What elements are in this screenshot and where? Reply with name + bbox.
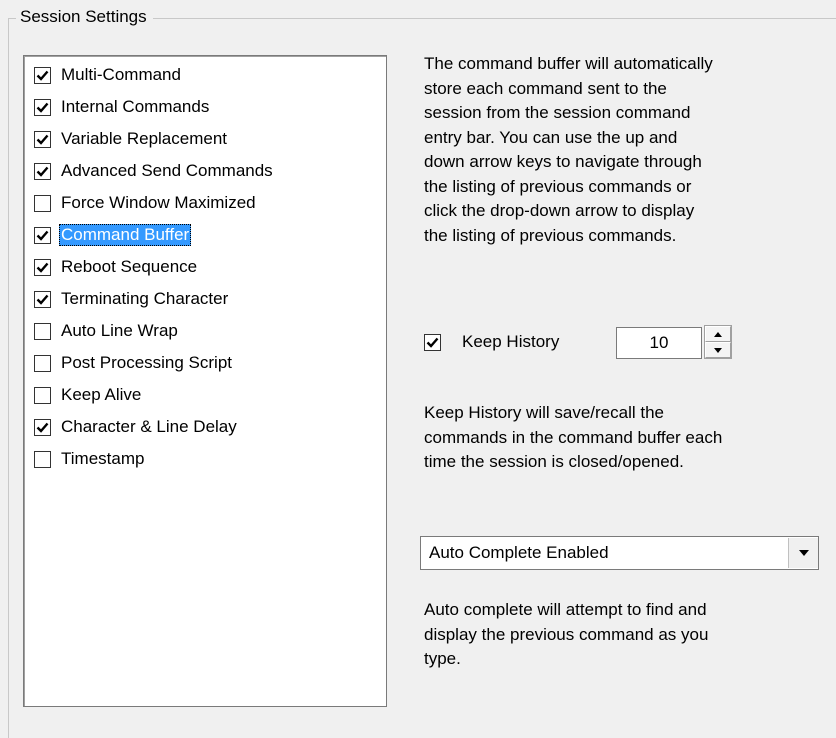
option-item[interactable]: Multi-Command bbox=[34, 63, 183, 87]
option-checkbox[interactable] bbox=[34, 66, 51, 84]
option-checkbox[interactable] bbox=[34, 194, 51, 212]
option-checkbox[interactable] bbox=[34, 130, 51, 148]
description-line: the listing of previous commands or bbox=[424, 176, 692, 196]
option-label: Timestamp bbox=[61, 449, 145, 468]
description-line: store each command sent to the bbox=[424, 78, 667, 98]
option-item[interactable]: Post Processing Script bbox=[34, 351, 234, 375]
option-label: Command Buffer bbox=[59, 224, 192, 246]
checkmark-icon bbox=[36, 166, 49, 177]
option-checkbox[interactable] bbox=[34, 386, 51, 404]
keep-history-checkbox[interactable] bbox=[424, 333, 441, 351]
checkmark-icon bbox=[426, 337, 439, 348]
description-line: entry bar. You can use the up and bbox=[424, 127, 678, 147]
spin-down-button[interactable] bbox=[705, 342, 731, 358]
session-options-listbox[interactable]: Multi-Command Internal Commands Variable R… bbox=[23, 55, 387, 707]
command-buffer-description: The command buffer will automatically sto… bbox=[424, 52, 824, 248]
option-label: Terminating Character bbox=[61, 289, 229, 308]
option-checkbox[interactable] bbox=[34, 322, 51, 340]
option-checkbox[interactable] bbox=[34, 418, 51, 436]
option-label: Reboot Sequence bbox=[61, 257, 198, 276]
checkmark-icon bbox=[36, 70, 49, 81]
option-label: Post Processing Script bbox=[61, 353, 233, 372]
option-item[interactable]: Timestamp bbox=[34, 447, 146, 471]
option-checkbox[interactable] bbox=[34, 354, 51, 372]
option-item[interactable]: Character & Line Delay bbox=[34, 415, 239, 439]
option-label: Force Window Maximized bbox=[61, 193, 256, 212]
description-line: the listing of previous commands. bbox=[424, 225, 677, 245]
option-label: Keep Alive bbox=[61, 385, 142, 404]
group-title: Session Settings bbox=[16, 7, 153, 27]
description-line: Auto complete will attempt to find and bbox=[424, 600, 707, 619]
keep-history-description: Keep History will save/recall the command… bbox=[424, 401, 824, 475]
spin-up-arrow-icon bbox=[714, 331, 722, 337]
description-line: Keep History will save/recall the bbox=[424, 403, 664, 422]
description-line: The command buffer will automatically bbox=[424, 54, 713, 73]
option-checkbox[interactable] bbox=[34, 162, 51, 180]
option-label: Auto Line Wrap bbox=[61, 321, 178, 340]
option-label: Advanced Send Commands bbox=[61, 161, 273, 180]
option-label: Internal Commands bbox=[61, 97, 210, 116]
description-line: down arrow keys to navigate through bbox=[424, 152, 702, 171]
autocomplete-description: Auto complete will attempt to find and di… bbox=[424, 598, 824, 672]
description-line: type. bbox=[424, 649, 461, 668]
option-checkbox[interactable] bbox=[34, 290, 51, 308]
option-item[interactable]: Reboot Sequence bbox=[34, 255, 199, 279]
option-item[interactable]: Auto Line Wrap bbox=[34, 319, 180, 343]
dropdown-arrow-icon bbox=[798, 550, 809, 556]
checkmark-icon bbox=[36, 294, 49, 305]
history-count-spinner[interactable] bbox=[704, 325, 732, 359]
option-item[interactable]: Command Buffer bbox=[34, 223, 192, 247]
spin-down-arrow-icon bbox=[714, 347, 722, 353]
option-item[interactable]: Terminating Character bbox=[34, 287, 230, 311]
checkmark-icon bbox=[36, 230, 49, 241]
description-line: time the session is closed/opened. bbox=[424, 452, 684, 471]
option-checkbox[interactable] bbox=[34, 98, 51, 116]
autocomplete-select[interactable]: Auto Complete Enabled bbox=[420, 536, 819, 570]
keep-history-row[interactable]: Keep History bbox=[424, 328, 559, 356]
checkmark-icon bbox=[36, 262, 49, 273]
checkmark-icon bbox=[36, 102, 49, 113]
option-checkbox[interactable] bbox=[34, 258, 51, 276]
autocomplete-selected-value: Auto Complete Enabled bbox=[429, 543, 609, 562]
checkmark-icon bbox=[36, 422, 49, 433]
description-line: display the previous command as you bbox=[424, 624, 709, 644]
dropdown-button[interactable] bbox=[788, 538, 818, 568]
checkmark-icon bbox=[36, 134, 49, 145]
option-item[interactable]: Variable Replacement bbox=[34, 127, 229, 151]
option-checkbox[interactable] bbox=[34, 450, 51, 468]
option-label: Variable Replacement bbox=[61, 129, 227, 148]
description-line: session from the session command bbox=[424, 103, 691, 122]
history-count-input[interactable]: 10 bbox=[616, 327, 702, 359]
description-line: click the drop-down arrow to display bbox=[424, 201, 695, 220]
option-item[interactable]: Advanced Send Commands bbox=[34, 159, 275, 183]
option-item[interactable]: Internal Commands bbox=[34, 95, 211, 119]
option-item[interactable]: Keep Alive bbox=[34, 383, 143, 407]
option-label: Multi-Command bbox=[61, 65, 181, 84]
keep-history-label: Keep History bbox=[462, 332, 560, 351]
option-item[interactable]: Force Window Maximized bbox=[34, 191, 258, 215]
description-line: commands in the command buffer each bbox=[424, 427, 723, 447]
option-label: Character & Line Delay bbox=[61, 417, 237, 436]
spin-up-button[interactable] bbox=[705, 326, 731, 342]
option-checkbox[interactable] bbox=[34, 226, 51, 244]
